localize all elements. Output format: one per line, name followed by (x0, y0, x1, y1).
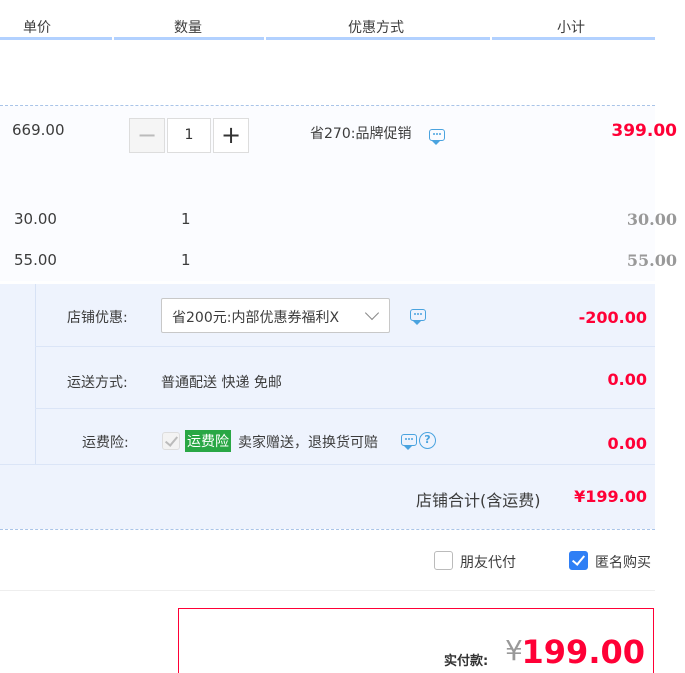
item-price: 669.00 (12, 121, 65, 139)
col-promotion: 优惠方式 (348, 20, 404, 36)
shop-total-value: ¥199.00 (574, 487, 647, 506)
insurance-tag: 运费险 (185, 430, 231, 452)
decrement-button[interactable]: − (129, 118, 165, 153)
divider (35, 346, 655, 347)
friend-pay-label: 朋友代付 (460, 555, 516, 571)
col-unit-price: 单价 (23, 20, 51, 36)
payment-amount: 199.00 (521, 633, 645, 671)
payment-label: 实付款: (444, 654, 489, 669)
insurance-checkbox[interactable] (162, 432, 180, 450)
header-bar (114, 37, 264, 40)
shop-discount-select[interactable]: 省200元:内部优惠券福利X (161, 298, 390, 333)
increment-button[interactable]: + (213, 118, 249, 153)
shipping-amount: 0.00 (607, 370, 647, 389)
anonymous-checkbox[interactable] (569, 551, 588, 570)
item-price: 30.00 (14, 210, 57, 228)
insurance-amount: 0.00 (607, 434, 647, 453)
promotion-text: 省270:品牌促销 (310, 126, 412, 142)
message-icon[interactable] (410, 309, 426, 325)
insurance-label: 运费险: (82, 435, 129, 451)
divider (35, 284, 36, 464)
order-table-header: 单价 数量 优惠方式 小计 (0, 0, 655, 40)
divider (0, 590, 655, 591)
quantity-stepper: − 1 + (129, 118, 249, 153)
item-subtotal: 55.00 (626, 251, 677, 270)
header-bar (0, 37, 112, 40)
section-divider (0, 529, 655, 530)
anonymous-label: 匿名购买 (595, 555, 651, 571)
shop-discount-amount: -200.00 (578, 308, 647, 327)
divider (0, 464, 655, 465)
shop-total-label: 店铺合计(含运费) (416, 491, 541, 510)
shop-summary: 店铺优惠: 省200元:内部优惠券福利X -200.00 运送方式: 普通配送 … (0, 284, 655, 529)
col-subtotal: 小计 (557, 20, 585, 36)
item-quantity: 1 (181, 210, 191, 228)
quantity-input[interactable]: 1 (167, 118, 211, 153)
currency-symbol: ¥ (505, 634, 523, 667)
item-subtotal: 30.00 (626, 210, 677, 229)
divider (35, 408, 655, 409)
header-bar (492, 37, 655, 40)
shipping-label: 运送方式: (67, 375, 128, 391)
col-quantity: 数量 (174, 20, 202, 36)
item-quantity: 1 (181, 251, 191, 269)
shop-discount-label: 店铺优惠: (67, 310, 128, 326)
friend-pay-checkbox[interactable] (434, 551, 453, 570)
message-icon[interactable] (401, 434, 417, 450)
header-bar (266, 37, 490, 40)
item-subtotal: 399.00 (611, 121, 677, 141)
item-price: 55.00 (14, 251, 57, 269)
shipping-method: 普通配送 快递 免邮 (161, 375, 282, 391)
chevron-down-icon (364, 305, 380, 321)
help-icon[interactable]: ? (419, 432, 436, 449)
message-icon[interactable] (429, 129, 445, 145)
shop-discount-value: 省200元:内部优惠券福利X (172, 310, 340, 326)
insurance-description: 卖家赠送，退换货可赔 (238, 435, 378, 451)
